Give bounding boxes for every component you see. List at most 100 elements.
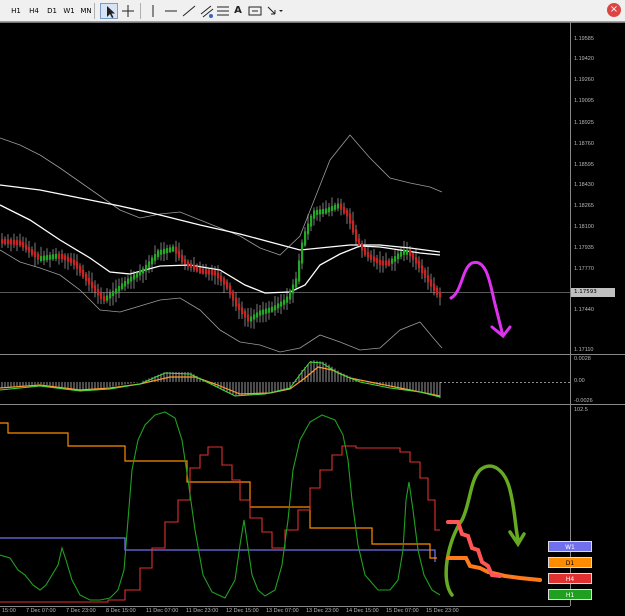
candle-body (244, 311, 247, 318)
candle-body (55, 253, 58, 259)
candle-body (97, 288, 100, 296)
candle-body (304, 231, 307, 246)
legend-h4: H4 (548, 573, 592, 584)
candle-body (238, 303, 241, 311)
candle-body (289, 290, 292, 300)
candle-body (175, 246, 178, 254)
time-axis-tick: 13 Dec 07:00 (266, 608, 299, 614)
moving-average-slow (0, 184, 441, 253)
candle-body (412, 253, 415, 260)
time-axis-tick: 15:00 (2, 608, 16, 614)
time-axis-tick: 7 Dec 07:00 (26, 608, 56, 614)
candle-body (148, 261, 151, 268)
candle-body (31, 249, 34, 255)
candle-body (409, 249, 412, 257)
time-axis-tick: 13 Dec 23:00 (306, 608, 339, 614)
candle-body (82, 269, 85, 277)
candle-body (361, 243, 364, 251)
candle-body (388, 260, 391, 266)
candle-body (187, 261, 190, 267)
candle-body (154, 254, 157, 261)
candle-body (94, 285, 97, 292)
time-axis-tick: 14 Dec 15:00 (346, 608, 379, 614)
macd-main-line (0, 361, 441, 398)
candle-body (340, 203, 343, 210)
candle-body (166, 248, 169, 254)
candle-body (256, 312, 259, 318)
candle-body (328, 207, 331, 213)
time-axis-tick: 7 Dec 23:00 (66, 608, 96, 614)
candle-body (331, 206, 334, 211)
candle-body (214, 270, 217, 276)
price-axis-tick: 1.18265 (574, 203, 594, 209)
candle-body (337, 203, 340, 209)
candle-body (109, 293, 112, 299)
candle-body (37, 254, 40, 260)
candle-body (352, 220, 355, 233)
candle-body (250, 316, 253, 322)
candle-body (241, 307, 244, 314)
candle-body (10, 239, 13, 245)
candle-body (265, 308, 268, 314)
macd-axis-tick: -0.0026 (574, 398, 593, 404)
candle-body (52, 254, 55, 260)
candle-body (34, 251, 37, 258)
candle-body (430, 279, 433, 287)
candle-body (322, 208, 325, 214)
candle-body (319, 209, 322, 215)
price-axis-tick: 1.18100 (574, 224, 594, 230)
legend-w1: W1 (548, 541, 592, 552)
time-axis-tick: 12 Dec 15:00 (226, 608, 259, 614)
candle-body (343, 206, 346, 214)
candle-body (190, 263, 193, 269)
candle-body (76, 261, 79, 269)
candle-body (382, 260, 385, 266)
candle-body (427, 274, 430, 283)
time-axis-tick: 11 Dec 07:00 (146, 608, 179, 614)
candle-body (211, 269, 214, 275)
price-axis-tick: 1.19095 (574, 98, 594, 104)
candle-body (397, 253, 400, 260)
candle-body (223, 278, 226, 285)
macd-axis-tick: 0.0028 (574, 356, 591, 362)
candle-body (316, 209, 319, 215)
candle-body (142, 268, 145, 274)
candle-body (376, 258, 379, 264)
candle-body (220, 275, 223, 282)
candle-body (25, 244, 28, 250)
candle-body (286, 296, 289, 303)
candle-body (115, 288, 118, 294)
candle-body (334, 204, 337, 210)
h4-line (0, 445, 440, 603)
candle-body (100, 292, 103, 300)
candle-body (85, 273, 88, 281)
price-axis-tick: 1.19260 (574, 77, 594, 83)
candle-body (400, 251, 403, 257)
candle-body (28, 246, 31, 253)
candle-body (124, 281, 127, 287)
candle-body (277, 303, 280, 309)
candle-body (64, 255, 67, 261)
candle-body (415, 256, 418, 264)
candle-body (271, 306, 274, 312)
candle-body (139, 270, 142, 276)
current-price-label: 1.17593 (571, 288, 615, 297)
candle-body (310, 215, 313, 227)
macd-axis-tick: 0.00 (574, 378, 585, 384)
candle-body (370, 254, 373, 260)
candle-body (247, 314, 250, 322)
candle-body (346, 210, 349, 217)
candle-body (208, 269, 211, 275)
candle-body (262, 309, 265, 315)
candle-body (136, 272, 139, 278)
candle-body (163, 248, 166, 254)
candle-body (172, 246, 175, 252)
candle-body (418, 260, 421, 269)
candle-body (127, 278, 130, 284)
candle-body (226, 281, 229, 289)
candle-body (61, 253, 64, 259)
candle-body (184, 259, 187, 265)
macd-histogram (1, 360, 441, 398)
magenta-annotation-arrow (449, 260, 505, 338)
candle-body (178, 250, 181, 258)
